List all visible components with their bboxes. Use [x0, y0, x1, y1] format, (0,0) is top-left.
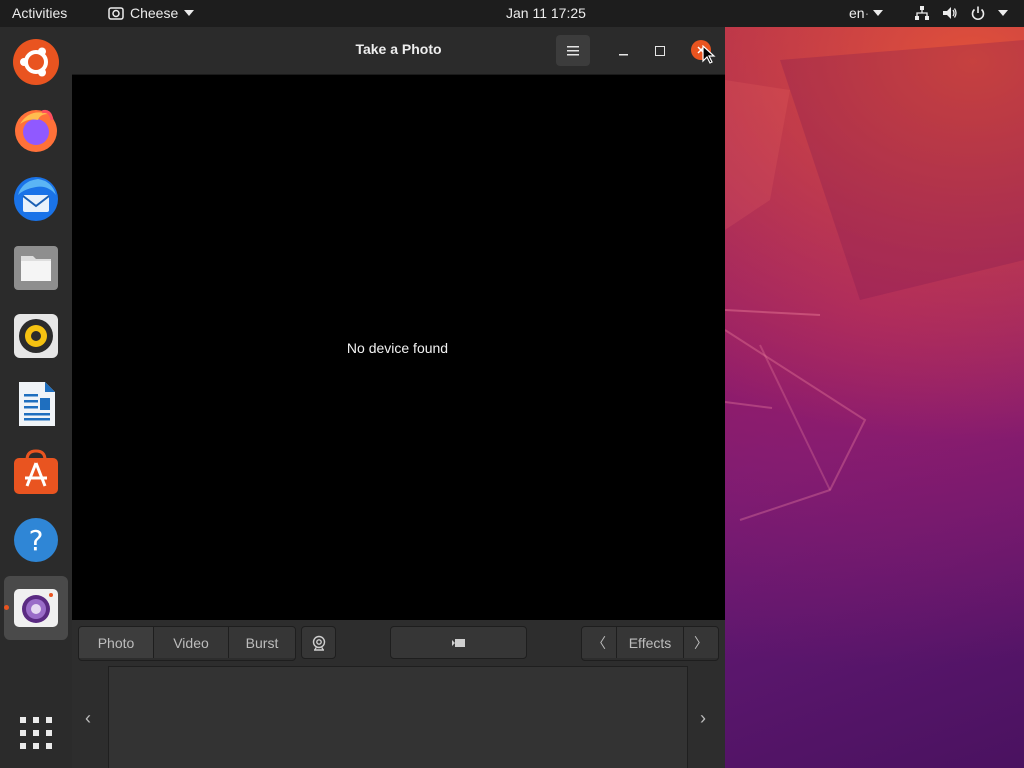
- rhythmbox-icon: [14, 314, 58, 358]
- dock-item-libreoffice-writer[interactable]: [12, 380, 60, 428]
- dock: ?: [0, 27, 72, 768]
- dock-item-software[interactable]: [12, 448, 60, 496]
- input-source-label: en: [849, 5, 865, 21]
- no-device-message: No device found: [346, 340, 449, 356]
- effects-button[interactable]: Effects: [617, 627, 684, 658]
- webcam-icon: [312, 635, 325, 651]
- mouse-cursor-icon: [702, 45, 716, 64]
- running-indicator: [4, 605, 9, 610]
- control-bar: Photo Video Burst 〈 Effects 〉 ‹ ›: [72, 620, 725, 768]
- camera-shutter-icon: [451, 638, 465, 647]
- app-grid-icon: [20, 717, 52, 749]
- maximize-button[interactable]: [648, 39, 672, 63]
- maximize-icon: [655, 46, 665, 56]
- take-photo-button[interactable]: [390, 626, 527, 659]
- libreoffice-writer-icon: [19, 382, 55, 426]
- dock-item-rhythmbox[interactable]: [12, 312, 60, 360]
- effects-next-button[interactable]: 〉: [684, 627, 718, 658]
- help-icon: ?: [14, 518, 58, 562]
- dock-item-ubuntu[interactable]: [12, 38, 60, 86]
- dock-item-firefox[interactable]: [12, 106, 60, 154]
- svg-text:?: ?: [29, 524, 44, 557]
- mode-video-button[interactable]: Video: [154, 627, 229, 658]
- network-icon: [915, 6, 929, 20]
- top-bar: Activities Cheese Jan 11 17:25 en ·: [0, 0, 1024, 27]
- camera-viewport: No device found: [72, 75, 725, 620]
- software-icon: [14, 449, 58, 494]
- firefox-icon: [15, 109, 57, 152]
- input-source-menu[interactable]: en ·: [849, 5, 884, 21]
- thunderbird-icon: [14, 177, 58, 221]
- mode-switcher: Photo Video Burst: [78, 626, 296, 661]
- dock-item-files[interactable]: [12, 244, 60, 292]
- thumbnail-strip: [108, 666, 688, 768]
- minimize-icon: [619, 54, 628, 56]
- volume-icon: [943, 7, 957, 19]
- chevron-down-icon: [184, 10, 195, 16]
- thumbnails-prev-button[interactable]: ‹: [85, 708, 91, 729]
- ubuntu-icon: [13, 39, 59, 85]
- thumbnails-next-button[interactable]: ›: [700, 708, 706, 729]
- show-applications-button[interactable]: [12, 713, 60, 761]
- dock-item-thunderbird[interactable]: [12, 175, 60, 223]
- camera-icon: [108, 7, 124, 20]
- effects-switcher: 〈 Effects 〉: [581, 626, 719, 661]
- system-menu[interactable]: [914, 5, 1008, 21]
- app-menu-label: Cheese: [130, 5, 179, 21]
- input-source-suffix: ·: [864, 5, 870, 21]
- hamburger-icon: [567, 45, 579, 55]
- clock[interactable]: Jan 11 17:25: [506, 5, 586, 21]
- header-bar: Take a Photo: [72, 27, 725, 75]
- app-menu[interactable]: Cheese: [108, 5, 195, 21]
- activities-button[interactable]: Activities: [12, 5, 67, 21]
- mode-photo-button[interactable]: Photo: [79, 627, 154, 658]
- chevron-down-icon: [998, 10, 1008, 16]
- power-icon: [971, 6, 985, 21]
- files-icon: [14, 246, 58, 290]
- dock-item-help[interactable]: ?: [12, 516, 60, 564]
- effects-prev-button[interactable]: 〈: [582, 627, 617, 658]
- dock-item-cheese[interactable]: [4, 576, 68, 640]
- cheese-window: Take a Photo No device found Photo Video…: [72, 27, 725, 768]
- minimize-button[interactable]: [612, 39, 636, 63]
- menu-button[interactable]: [556, 35, 590, 66]
- mode-burst-button[interactable]: Burst: [229, 627, 295, 658]
- chevron-down-icon: [873, 10, 884, 16]
- switch-camera-button[interactable]: [301, 626, 336, 659]
- cheese-icon: [14, 589, 58, 627]
